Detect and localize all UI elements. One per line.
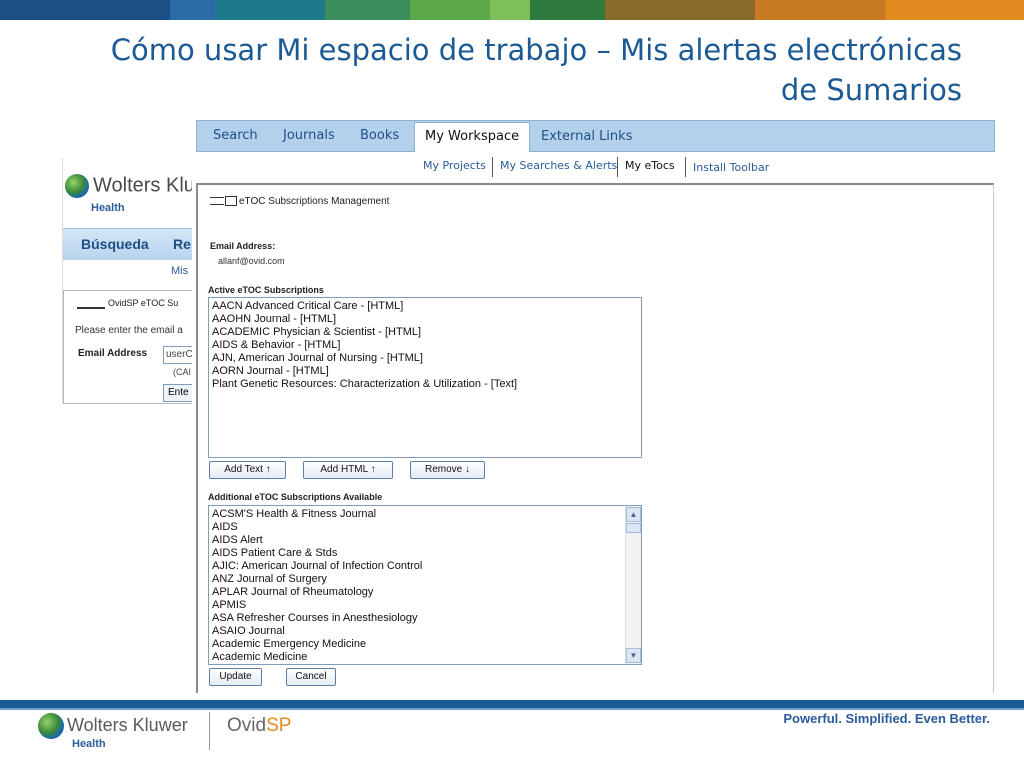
list-item[interactable]: APLAR Journal of Rheumatology xyxy=(209,586,641,599)
etoc-panel-title: eTOC Subscriptions Management xyxy=(239,196,390,207)
etoc-panel-heading: eTOC Subscriptions Management xyxy=(210,196,389,207)
list-item[interactable]: AACN Advanced Critical Care - [HTML] xyxy=(209,300,641,313)
globe-icon xyxy=(38,713,64,739)
tab-search[interactable]: Search xyxy=(213,128,258,143)
banner-block xyxy=(605,0,755,20)
add-html-button[interactable]: Add HTML ↑ xyxy=(303,461,393,479)
subnav-my-searches-alerts[interactable]: My Searches & Alerts xyxy=(500,159,617,179)
update-button[interactable]: Update xyxy=(209,668,262,686)
footer-tagline: Powerful. Simplified. Even Better. xyxy=(783,711,990,726)
subnav-divider xyxy=(617,157,618,177)
product-name-a: Ovid xyxy=(227,715,267,736)
tab-external-links[interactable]: External Links xyxy=(541,129,632,144)
list-item[interactable]: APMIS xyxy=(209,599,641,612)
product-name-b: SP xyxy=(266,715,292,736)
banner-block xyxy=(490,0,530,20)
available-subscriptions-label: Additional eTOC Subscriptions Available xyxy=(208,492,383,502)
list-item[interactable]: AORN Journal - [HTML] xyxy=(209,365,641,378)
subnav-my-etocs[interactable]: My eTocs xyxy=(625,159,675,179)
tab-journals[interactable]: Journals xyxy=(283,128,335,143)
scrollbar-thumb[interactable] xyxy=(626,523,641,533)
tab-my-workspace[interactable]: My Workspace xyxy=(414,122,531,152)
bg-subnav-partial[interactable]: Mis xyxy=(171,265,188,277)
logo-text: Wolters Klu xyxy=(93,174,192,197)
scroll-up-icon[interactable]: ▲ xyxy=(626,507,641,522)
bg-tab-busqueda[interactable]: Búsqueda xyxy=(81,236,149,252)
slide-title: Cómo usar Mi espacio de trabajo – Mis al… xyxy=(42,30,962,110)
bg-email-input[interactable]: userC xyxy=(163,346,192,364)
cancel-button[interactable]: Cancel xyxy=(286,668,336,686)
footer-divider xyxy=(209,712,210,750)
list-item[interactable]: AJIC: American Journal of Infection Cont… xyxy=(209,560,641,573)
top-decorative-banner xyxy=(0,0,1024,20)
active-subscriptions-list[interactable]: AACN Advanced Critical Care - [HTML] AAOH… xyxy=(208,297,642,458)
available-subscriptions-list[interactable]: ACSM'S Health & Fitness Journal AIDS AIDS … xyxy=(208,505,642,665)
bg-tab-partial[interactable]: Re xyxy=(173,236,191,252)
banner-block xyxy=(410,0,490,20)
add-text-button[interactable]: Add Text ↑ xyxy=(209,461,286,479)
list-item[interactable]: AJN, American Journal of Nursing - [HTML… xyxy=(209,352,641,365)
email-address-value: allanf@ovid.com xyxy=(218,256,285,266)
footer-bar xyxy=(0,700,1024,708)
list-item[interactable]: AIDS xyxy=(209,521,641,534)
footer-product: OvidSP xyxy=(227,715,291,737)
envelope-icon xyxy=(225,196,237,207)
subnav-divider xyxy=(685,157,686,177)
banner-block xyxy=(325,0,410,20)
list-item[interactable]: AAOHN Journal - [HTML] xyxy=(209,313,641,326)
speed-lines-icon xyxy=(210,197,224,206)
list-item[interactable]: AIDS & Behavior - [HTML] xyxy=(209,339,641,352)
subnav-divider xyxy=(492,157,493,177)
bg-caption: (CAI xyxy=(173,367,191,377)
list-item[interactable]: Plant Genetic Resources: Characterizatio… xyxy=(209,378,641,391)
globe-icon xyxy=(65,174,89,198)
scroll-down-icon[interactable]: ▼ xyxy=(626,648,641,663)
list-scrollbar[interactable]: ▲ ▼ xyxy=(625,506,641,664)
envelope-icon xyxy=(77,299,105,309)
subnav-install-toolbar[interactable]: Install Toolbar xyxy=(693,161,769,181)
list-item[interactable]: ACADEMIC Physician & Scientist - [HTML] xyxy=(209,326,641,339)
list-item[interactable]: AIDS Patient Care & Stds xyxy=(209,547,641,560)
footer-brand: Wolters Kluwer xyxy=(67,715,188,735)
bg-etoc-title-text: OvidSP eTOC Su xyxy=(108,298,179,308)
available-items: ACSM'S Health & Fitness Journal AIDS AIDS … xyxy=(209,506,641,664)
bg-etoc-title: OvidSP eTOC Su xyxy=(77,298,178,309)
banner-block xyxy=(170,0,215,20)
tab-books[interactable]: Books xyxy=(360,128,399,143)
banner-block xyxy=(885,0,1024,20)
banner-block xyxy=(755,0,885,20)
wolters-kluwer-logo: Wolters Klu xyxy=(65,174,192,198)
bg-instructions: Please enter the email a xyxy=(75,325,183,336)
bg-email-label: Email Address xyxy=(78,348,148,359)
slide-title-line-1: Cómo usar Mi espacio de trabajo – Mis al… xyxy=(110,33,962,67)
list-item[interactable]: Academic Emergency Medicine xyxy=(209,638,641,651)
subnav-my-projects[interactable]: My Projects xyxy=(423,159,486,179)
banner-block xyxy=(215,0,325,20)
list-item[interactable]: ANZ Journal of Surgery xyxy=(209,573,641,586)
banner-block xyxy=(530,0,605,20)
list-item[interactable]: ASA Refresher Courses in Anesthesiology xyxy=(209,612,641,625)
remove-button[interactable]: Remove ↓ xyxy=(410,461,485,479)
background-screenshot: Wolters Klu Health Búsqueda Re Mis OvidS… xyxy=(62,158,192,404)
list-item[interactable]: ASAIO Journal xyxy=(209,625,641,638)
banner-block xyxy=(0,0,170,20)
list-item[interactable]: Academic Medicine xyxy=(209,651,641,664)
footer-brand-sub: Health xyxy=(72,738,106,750)
slide-title-line-2: de Sumarios xyxy=(780,73,962,107)
bg-enter-button[interactable]: Ente xyxy=(163,384,192,402)
email-address-label: Email Address: xyxy=(210,241,276,251)
footer-bar-accent xyxy=(0,708,1024,710)
list-item[interactable]: AIDS Alert xyxy=(209,534,641,547)
list-item[interactable]: ACSM'S Health & Fitness Journal xyxy=(209,508,641,521)
logo-subtitle: Health xyxy=(91,202,125,214)
active-subscriptions-label: Active eTOC Subscriptions xyxy=(208,285,324,295)
